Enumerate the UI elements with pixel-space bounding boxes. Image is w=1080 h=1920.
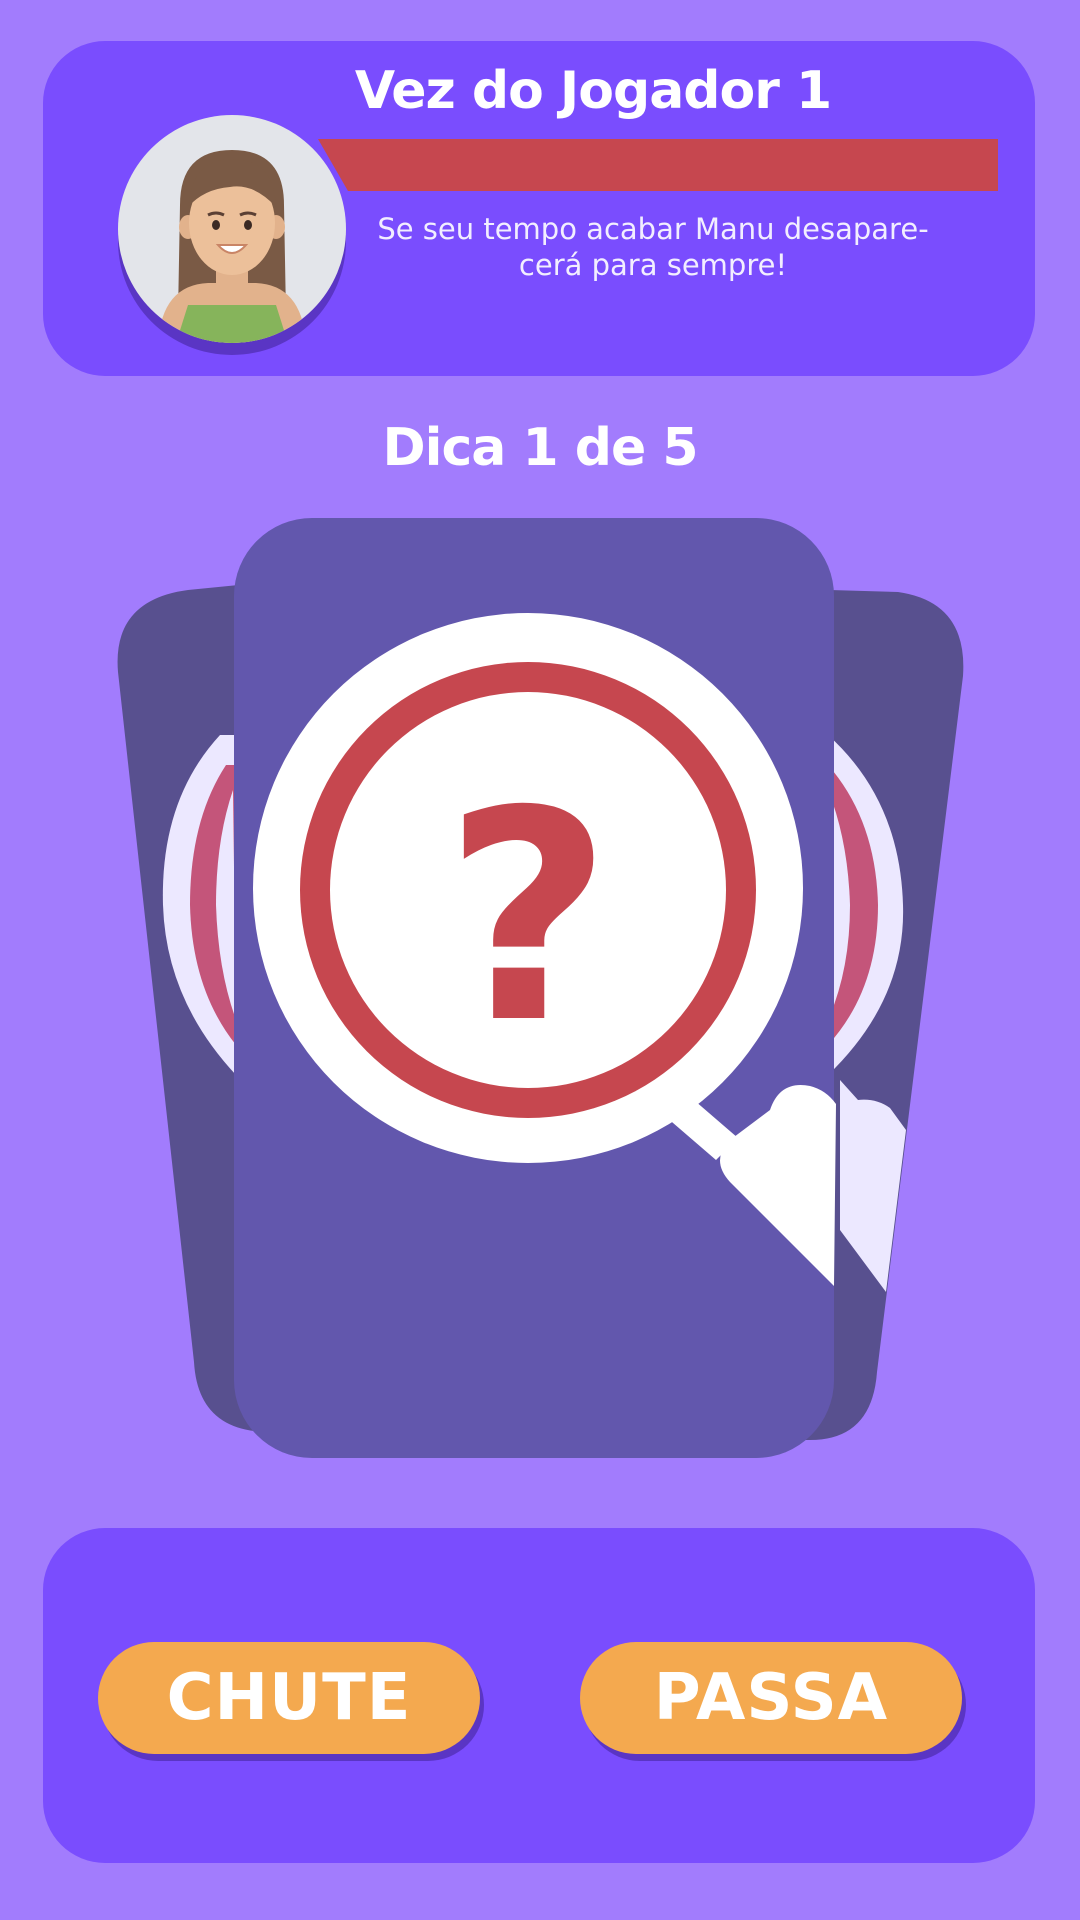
question-mark-icon: ?	[444, 750, 612, 1087]
guess-button[interactable]: CHUTE	[98, 1642, 480, 1754]
hint-card-front[interactable]: ?	[234, 518, 836, 1458]
pass-button[interactable]: PASSA	[580, 1642, 962, 1754]
